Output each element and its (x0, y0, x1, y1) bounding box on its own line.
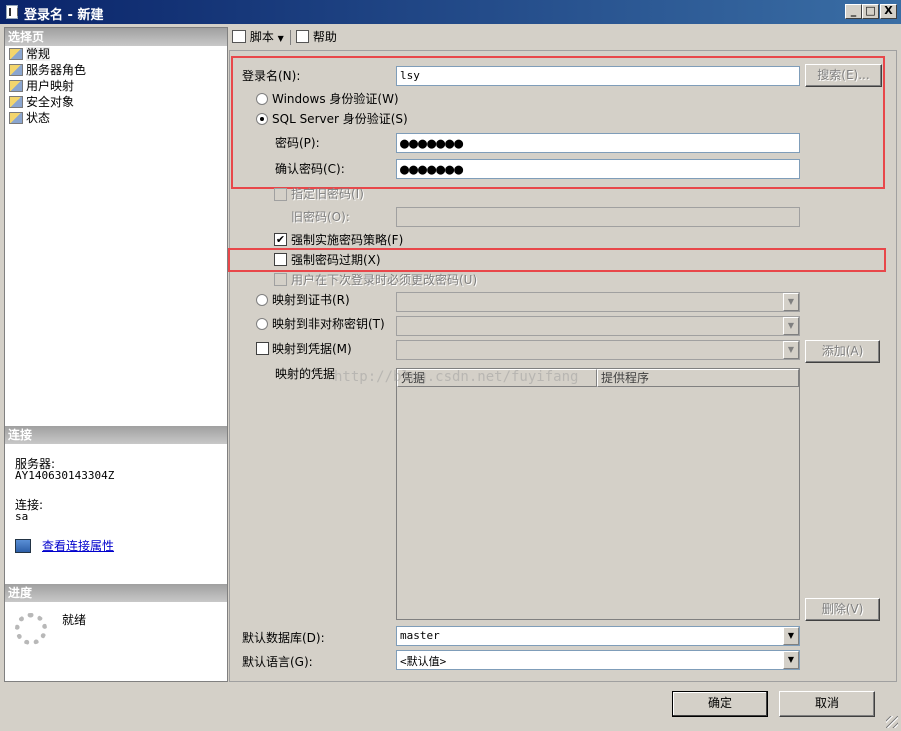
specify-old-password-checkbox[interactable] (274, 188, 287, 201)
specify-old-password-label: 指定旧密码(I) (291, 187, 364, 201)
page-icon (9, 96, 23, 108)
page-icon (9, 80, 23, 92)
view-connection-properties-link[interactable]: 查看连接属性 (42, 538, 114, 554)
map-cert-radio[interactable] (256, 294, 268, 306)
chevron-down-icon: ▼ (783, 627, 799, 645)
maximize-button[interactable]: □ (862, 4, 879, 19)
old-password-label: 旧密码(O): (291, 210, 350, 224)
select-page-header: 选择页 (5, 28, 227, 46)
must-change-label: 用户在下次登录时必须更改密码(U) (291, 273, 478, 287)
chevron-down-icon: ▼ (783, 651, 799, 669)
minimize-button[interactable]: _ (845, 4, 862, 19)
nav-item-general[interactable]: 常规 (9, 46, 51, 62)
script-button[interactable]: 脚本 ▼ (232, 28, 284, 46)
enforce-policy-checkbox[interactable]: ✔ (274, 233, 287, 246)
mapped-credentials-grid[interactable]: 凭据 提供程序 (396, 368, 800, 620)
help-button[interactable]: 帮助 (296, 28, 337, 46)
map-asym-key-radio[interactable] (256, 318, 268, 330)
left-pane: 选择页 常规 服务器角色 用户映射 安全对象 状态 连接 服务器: AY1406… (4, 27, 228, 682)
help-icon (296, 30, 309, 43)
chevron-down-icon: ▼ (277, 34, 284, 43)
credential-dropdown[interactable]: ▼ (396, 340, 800, 360)
map-asym-key-label: 映射到非对称密钥(T) (272, 317, 385, 331)
server-value: AY140630143304Z (15, 469, 115, 482)
progress-spinner-icon (15, 613, 47, 645)
nav-item-status[interactable]: 状态 (9, 110, 50, 126)
window-title: 登录名 - 新建 (24, 8, 104, 23)
asym-key-dropdown[interactable]: ▼ (396, 316, 800, 336)
grid-column-provider[interactable]: 提供程序 (597, 369, 799, 387)
highlight-box-expiration (228, 248, 886, 272)
remove-credential-button[interactable]: 删除(V) (805, 598, 880, 621)
chevron-down-icon: ▼ (783, 341, 799, 359)
chevron-down-icon: ▼ (783, 317, 799, 335)
mapped-credentials-label: 映射的凭据 (275, 367, 336, 381)
toolbar: 脚本 ▼ 帮助 (229, 27, 897, 47)
close-button[interactable]: X (880, 4, 897, 19)
nav-item-securables[interactable]: 安全对象 (9, 94, 74, 110)
nav-item-server-roles[interactable]: 服务器角色 (9, 62, 86, 78)
cert-dropdown[interactable]: ▼ (396, 292, 800, 312)
connection-properties-icon (15, 539, 31, 553)
cancel-button[interactable]: 取消 (779, 691, 875, 717)
progress-header: 进度 (5, 584, 227, 602)
script-icon (232, 30, 246, 43)
enforce-policy-label: 强制实施密码策略(F) (291, 233, 404, 247)
default-db-value: master (400, 629, 440, 642)
page-icon (9, 64, 23, 76)
old-password-input[interactable] (396, 207, 800, 227)
page-icon (9, 112, 23, 124)
default-lang-dropdown[interactable]: <默认值> ▼ (396, 650, 800, 670)
highlight-box-credentials (231, 56, 885, 189)
chevron-down-icon: ▼ (783, 293, 799, 311)
default-lang-value: <默认值> (400, 655, 447, 668)
default-lang-label: 默认语言(G): (242, 655, 313, 669)
nav-item-user-mapping[interactable]: 用户映射 (9, 78, 74, 94)
default-db-dropdown[interactable]: master ▼ (396, 626, 800, 646)
map-credential-label: 映射到凭据(M) (272, 342, 352, 356)
add-credential-button[interactable]: 添加(A) (805, 340, 880, 363)
map-credential-checkbox[interactable] (256, 342, 269, 355)
map-cert-label: 映射到证书(R) (272, 293, 350, 307)
watermark: http://blog.csdn.net/fuyifang (334, 369, 579, 385)
must-change-checkbox[interactable] (274, 273, 287, 286)
title-bar: 登录名 - 新建 _ □ X (0, 0, 901, 24)
toolbar-separator (290, 30, 291, 45)
page-icon (9, 48, 23, 60)
progress-status: 就绪 (62, 613, 87, 627)
connection-value: sa (15, 510, 29, 523)
default-db-label: 默认数据库(D): (242, 631, 325, 645)
app-icon (6, 5, 18, 19)
connection-header: 连接 (5, 426, 227, 444)
resize-grip[interactable] (886, 716, 898, 728)
ok-button[interactable]: 确定 (672, 691, 768, 717)
